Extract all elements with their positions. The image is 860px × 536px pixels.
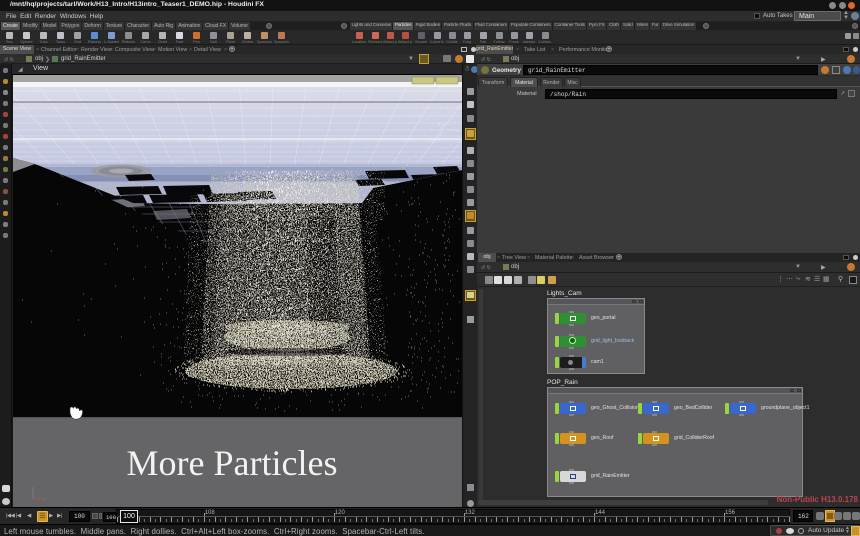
svg-text:More Particles: More Particles <box>127 443 338 483</box>
